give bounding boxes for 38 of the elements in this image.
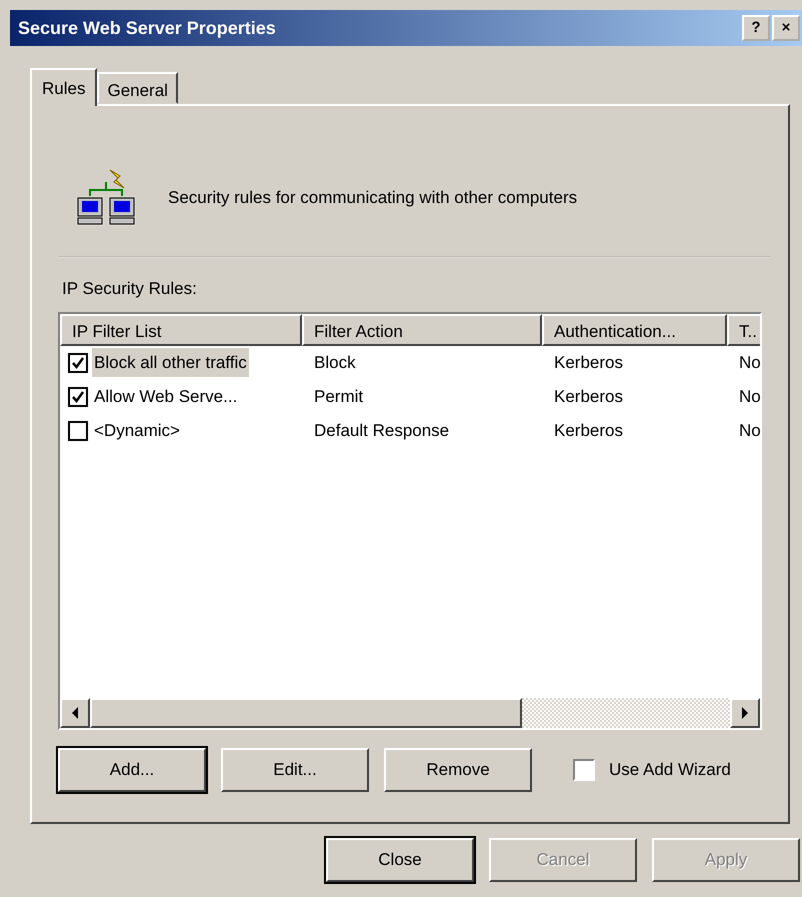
checkbox[interactable] [68, 352, 88, 372]
table-cell-text: No [738, 386, 760, 408]
description-text: Security rules for communicating with other computers [168, 187, 578, 210]
table-cell-text: Kerberos [553, 352, 624, 374]
column-header[interactable]: T.. [727, 314, 760, 346]
close-button[interactable]: × [772, 15, 800, 41]
scrollbar-thumb[interactable] [90, 698, 522, 728]
help-button[interactable]: ? [742, 15, 770, 41]
right-arrow-icon [741, 706, 749, 718]
table-cell-text: Default Response [313, 420, 450, 442]
table-cell-text: Block [313, 352, 357, 374]
push-button[interactable]: Close [326, 838, 474, 882]
tab[interactable]: General [97, 72, 178, 104]
table-cell-text: No [738, 352, 760, 374]
column-header[interactable]: Authentication... [542, 314, 727, 346]
column-header[interactable]: IP Filter List [60, 314, 302, 346]
table-cell[interactable]: <Dynamic> [92, 416, 182, 446]
left-arrow-icon [71, 706, 79, 718]
table-cell-text: Permit [313, 386, 364, 408]
checkbox[interactable] [68, 386, 88, 406]
checkbox[interactable] [68, 420, 88, 440]
section-label: IP Security Rules: [62, 278, 198, 300]
table-cell-text: Kerberos [553, 420, 624, 442]
table-cell[interactable]: Allow Web Serve... [92, 382, 240, 412]
checkbox-label: Use Add Wizard [609, 758, 731, 781]
tab[interactable]: Rules [30, 68, 98, 106]
checkbox[interactable] [573, 758, 595, 780]
push-button[interactable]: Add... [58, 748, 206, 792]
horizontal-scrollbar[interactable] [60, 698, 760, 728]
push-button[interactable]: Remove [384, 748, 532, 792]
table-cell-text: Kerberos [553, 386, 624, 408]
table-cell[interactable]: Block all other traffic [92, 348, 249, 378]
column-header[interactable]: Filter Action [302, 314, 542, 346]
scroll-left-button[interactable] [60, 698, 90, 728]
scroll-right-button[interactable] [730, 698, 760, 728]
table-cell-text: No [738, 420, 760, 442]
window-title: Secure Web Server Properties [18, 16, 277, 40]
push-button[interactable]: Edit... [221, 748, 369, 792]
